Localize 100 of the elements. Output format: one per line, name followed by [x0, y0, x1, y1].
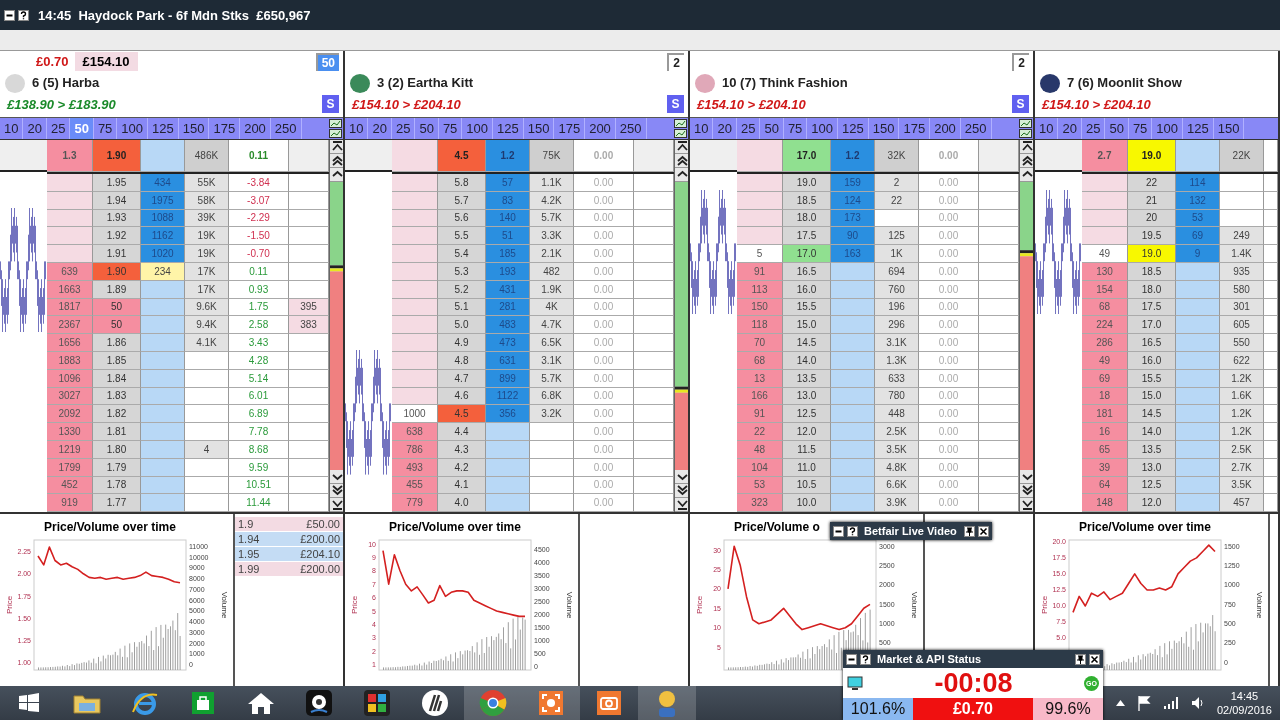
chart-toggle-icon[interactable]: [674, 129, 687, 138]
s-button[interactable]: S: [1012, 95, 1029, 113]
price-cell[interactable]: 14.0: [1128, 423, 1176, 441]
price-cell[interactable]: 15.0: [783, 316, 831, 335]
price-cell[interactable]: 12.5: [783, 405, 831, 424]
back-volume-cell[interactable]: [486, 423, 530, 441]
order-row[interactable]: 1.99 £200.00: [235, 562, 343, 576]
stake-option[interactable]: 20: [1058, 118, 1082, 139]
s-button[interactable]: S: [667, 95, 684, 113]
stake-option[interactable]: 20: [23, 118, 47, 139]
back-volume-cell[interactable]: [1176, 494, 1220, 512]
price-cell[interactable]: 17.0: [783, 245, 831, 263]
stake-option[interactable]: 25: [391, 118, 416, 139]
price-cell[interactable]: 1.82: [93, 405, 141, 424]
stake-option[interactable]: 150: [523, 118, 555, 139]
lay-volume-cell[interactable]: 286: [1082, 334, 1128, 352]
price-cell[interactable]: 1.81: [93, 423, 141, 441]
price-cell[interactable]: 4.4: [438, 423, 486, 441]
close-icon[interactable]: [978, 525, 989, 537]
scroll-bottom-icon[interactable]: [675, 498, 688, 512]
speaker-icon[interactable]: [1190, 696, 1205, 710]
price-cell[interactable]: 12.0: [783, 423, 831, 441]
webcam-icon[interactable]: [305, 689, 333, 717]
help-icon[interactable]: [860, 653, 871, 665]
price-cell[interactable]: 50: [93, 316, 141, 335]
stake-option[interactable]: 250: [270, 118, 302, 139]
stake-option[interactable]: 175: [899, 118, 931, 139]
shopping-bag-icon[interactable]: [191, 691, 215, 715]
camera-icon[interactable]: [596, 690, 622, 716]
stake-option[interactable]: 125: [1183, 118, 1214, 139]
back-volume-cell[interactable]: [831, 316, 875, 335]
stake-field[interactable]: 2: [1012, 52, 1029, 71]
back-volume-cell[interactable]: [141, 334, 185, 352]
caret-up-icon[interactable]: [1115, 700, 1125, 706]
stake-option[interactable]: 50: [70, 118, 94, 139]
page-down-icon[interactable]: [1020, 484, 1033, 498]
stake-option[interactable]: 150: [178, 118, 210, 139]
lay-volume-cell[interactable]: 181: [1082, 405, 1128, 424]
lay-volume-cell[interactable]: [47, 227, 93, 246]
order-row[interactable]: 1.95 £204.10: [235, 547, 343, 561]
lay-volume-cell[interactable]: 49: [1082, 245, 1128, 263]
stake-option[interactable]: 250: [615, 118, 647, 139]
lay-volume-cell[interactable]: 148: [1082, 494, 1128, 512]
lay-volume-cell[interactable]: 22: [737, 423, 783, 441]
minimize-icon[interactable]: [846, 653, 857, 665]
chart-toggle-icon[interactable]: [1019, 129, 1032, 138]
lay-volume-cell[interactable]: 779: [392, 494, 438, 512]
stake-option[interactable]: 75: [1128, 118, 1153, 139]
stake-option[interactable]: 150: [868, 118, 900, 139]
stake-option[interactable]: 75: [438, 118, 463, 139]
stake-option[interactable]: 100: [462, 118, 494, 139]
lay-volume-cell[interactable]: 919: [47, 494, 93, 512]
stake-option[interactable]: 10: [1035, 118, 1059, 139]
lay-volume-cell[interactable]: 16: [1082, 423, 1128, 441]
scroll-down-icon[interactable]: [675, 470, 688, 484]
page-down-icon[interactable]: [330, 484, 343, 498]
lay-volume-cell[interactable]: [392, 245, 438, 263]
lay-volume-cell[interactable]: [737, 227, 783, 246]
minimize-icon[interactable]: [833, 525, 844, 537]
scroll-down-icon[interactable]: [1020, 470, 1033, 484]
stake-option[interactable]: 10: [0, 118, 24, 139]
lay-volume-cell[interactable]: 70: [737, 334, 783, 352]
stake-option[interactable]: 250: [960, 118, 992, 139]
stake-option[interactable]: 20: [713, 118, 737, 139]
back-volume-cell[interactable]: [831, 423, 875, 441]
back-volume-cell[interactable]: [141, 316, 185, 335]
stake-option[interactable]: 125: [148, 118, 179, 139]
signal-icon[interactable]: [1162, 696, 1179, 710]
price-cell[interactable]: 17.5: [783, 227, 831, 246]
close-icon[interactable]: [1089, 653, 1100, 665]
price-cell[interactable]: 1.92: [93, 227, 141, 246]
order-row[interactable]: 1.9 £50.00: [235, 517, 343, 531]
scroll-bottom-icon[interactable]: [330, 498, 343, 512]
pin-icon[interactable]: [1075, 653, 1086, 665]
lay-volume-cell[interactable]: [392, 227, 438, 246]
stake-option[interactable]: 75: [783, 118, 808, 139]
back-volume-cell[interactable]: [141, 494, 185, 512]
stake-option[interactable]: 100: [807, 118, 839, 139]
lay-volume-cell[interactable]: 1656: [47, 334, 93, 352]
stake-option[interactable]: 125: [838, 118, 869, 139]
stake-option[interactable]: 175: [209, 118, 241, 139]
lay-volume-cell[interactable]: 323: [737, 494, 783, 512]
price-cell[interactable]: 10.0: [783, 494, 831, 512]
lay-volume-cell[interactable]: [392, 334, 438, 352]
lay-volume-cell[interactable]: [392, 316, 438, 335]
page-up-icon[interactable]: [1020, 154, 1033, 168]
back-volume-cell[interactable]: [831, 334, 875, 352]
scroll-down-icon[interactable]: [330, 470, 343, 484]
lay-volume-cell[interactable]: 2092: [47, 405, 93, 424]
price-cell[interactable]: 4.0: [438, 494, 486, 512]
stake-option[interactable]: 10: [690, 118, 714, 139]
stake-option[interactable]: 200: [930, 118, 961, 139]
order-row[interactable]: 1.94 £200.00: [235, 532, 343, 546]
scroll-top-icon[interactable]: [675, 140, 688, 154]
logo-icon[interactable]: [421, 689, 449, 717]
windows-logo-icon[interactable]: [18, 692, 40, 714]
stake-field[interactable]: 50: [315, 52, 339, 71]
s-button[interactable]: S: [322, 95, 339, 113]
lay-volume-cell[interactable]: 224: [1082, 316, 1128, 335]
stake-option[interactable]: 25: [1081, 118, 1106, 139]
